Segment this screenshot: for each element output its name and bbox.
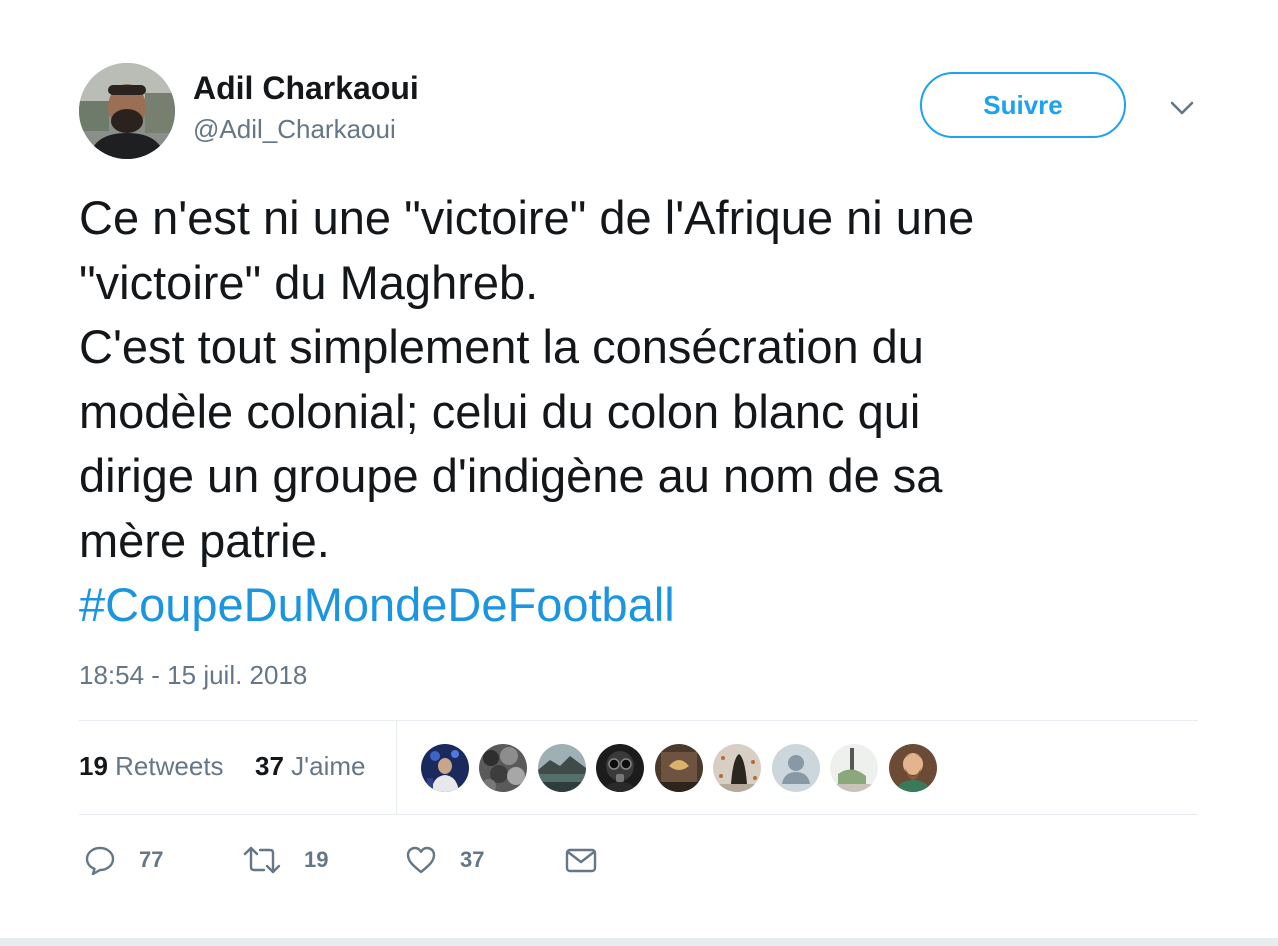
liker-avatar[interactable]: [889, 744, 937, 792]
heart-icon: [406, 846, 436, 874]
author-name[interactable]: Adil Charkaoui: [193, 70, 419, 107]
liker-avatar[interactable]: [713, 744, 761, 792]
follow-button[interactable]: Suivre: [920, 72, 1126, 138]
hashtag-link[interactable]: #CoupeDuMondeDeFootball: [79, 573, 1199, 638]
author-avatar[interactable]: [79, 63, 175, 159]
liker-avatar[interactable]: [655, 744, 703, 792]
envelope-icon: [565, 848, 597, 873]
liker-avatar[interactable]: [538, 744, 586, 792]
liker-avatar[interactable]: [479, 744, 527, 792]
tweet-text-line: modèle colonial; celui du colon blanc qu…: [79, 384, 921, 438]
default-user-avatar[interactable]: [772, 744, 820, 792]
tweet-text-line: "victoire" du Maghreb.: [79, 255, 539, 309]
likes-count: 37: [255, 751, 284, 781]
tweet-text-line: dirige un groupe d'indigène au nom de sa: [79, 449, 943, 502]
likes-stat[interactable]: 37 J'aime: [255, 751, 365, 782]
retweet-icon: [243, 846, 281, 874]
likes-label: J'aime: [291, 751, 366, 781]
reply-button[interactable]: 77: [83, 842, 163, 878]
author-handle[interactable]: @Adil_Charkaoui: [193, 114, 396, 145]
tweet-card: Adil Charkaoui @Adil_Charkaoui Suivre Ce…: [0, 0, 1278, 940]
retweets-label: Retweets: [115, 751, 224, 781]
retweets-count: 19: [79, 751, 108, 781]
page-bottom-strip: [0, 938, 1278, 946]
reply-icon: [85, 846, 115, 876]
tweet-text-line: C'est tout simplement la consécration du: [79, 320, 924, 373]
author-avatar-image: [79, 63, 175, 159]
retweet-count: 19: [304, 847, 329, 872]
stats-divider: [396, 721, 397, 814]
retweets-stat[interactable]: 19 Retweets: [79, 751, 224, 782]
tweet-text-line: mère patrie.: [79, 513, 330, 567]
direct-message-button[interactable]: [564, 842, 598, 878]
retweet-button[interactable]: 19: [242, 842, 328, 878]
divider: [79, 720, 1198, 721]
chevron-down-icon[interactable]: [1166, 92, 1198, 124]
like-count: 37: [460, 847, 485, 872]
liker-avatar[interactable]: [421, 744, 469, 792]
liker-avatar[interactable]: [830, 744, 878, 792]
tweet-text-line: Ce n'est ni une "victoire" de l'Afrique …: [79, 191, 975, 244]
tweet-timestamp[interactable]: 18:54 - 15 juil. 2018: [79, 660, 307, 691]
divider: [79, 814, 1198, 815]
like-button[interactable]: 37: [404, 842, 484, 878]
reply-count: 77: [139, 847, 164, 872]
tweet-text: Ce n'est ni une "victoire" de l'Afrique …: [79, 186, 1199, 638]
liker-avatar[interactable]: [596, 744, 644, 792]
